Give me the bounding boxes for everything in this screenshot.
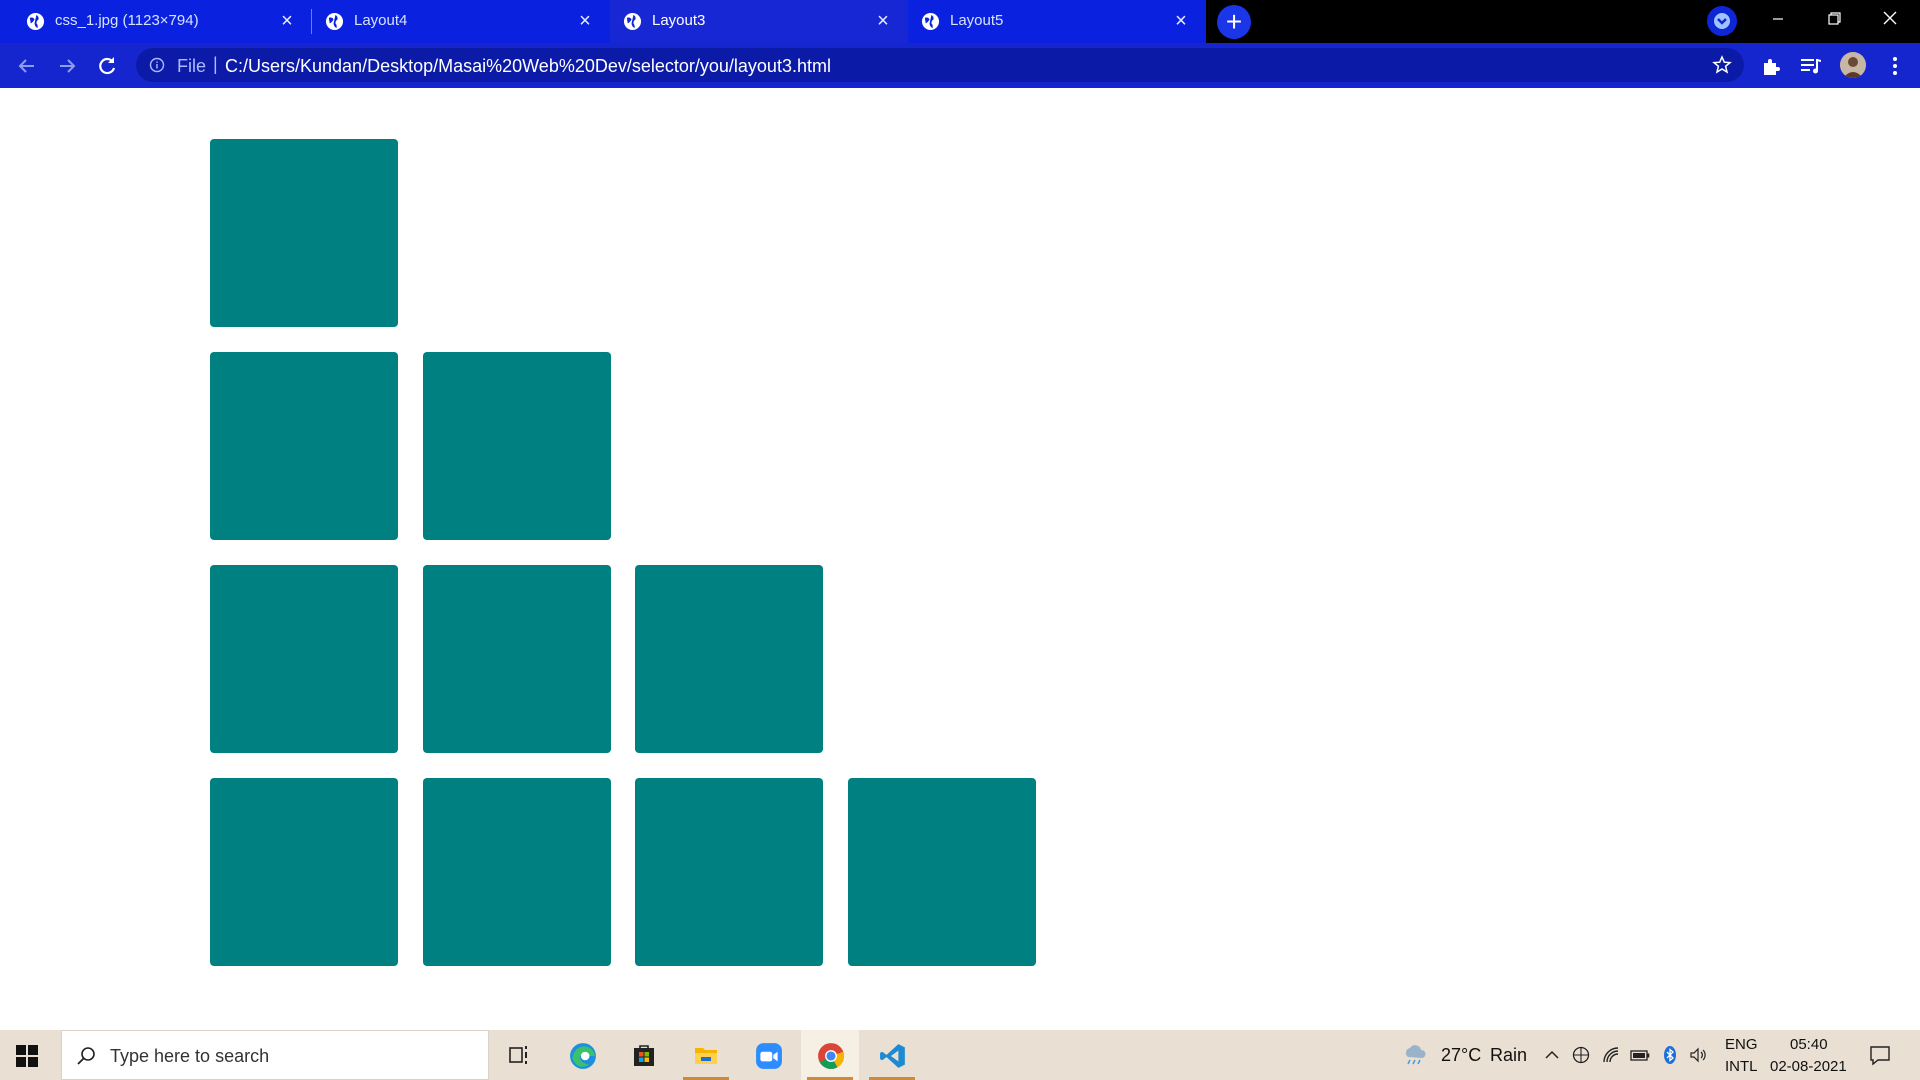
task-view-icon [509, 1046, 527, 1064]
teal-box [210, 565, 398, 753]
more-menu-icon[interactable] [1883, 54, 1907, 78]
scheme-label: File [177, 56, 207, 76]
teal-box [210, 352, 398, 540]
bookmark-star-icon[interactable] [1712, 55, 1732, 75]
tab-css-1-jpg[interactable]: css_1.jpg (1123×794) × [0, 0, 312, 43]
globe-icon [623, 12, 642, 31]
battery-icon[interactable] [1630, 1045, 1650, 1065]
info-icon[interactable] [149, 57, 165, 73]
edge-icon [570, 1043, 596, 1069]
reload-icon [99, 57, 116, 75]
weather-description[interactable]: Rain [1490, 1045, 1527, 1066]
search-placeholder: Type here to search [110, 1046, 270, 1066]
weather-rain-icon[interactable] [1402, 1043, 1428, 1067]
minimize-icon [1773, 18, 1783, 20]
close-window-button[interactable] [1862, 0, 1918, 40]
globe-icon [325, 12, 344, 31]
url-text[interactable]: C:/Users/Kundan/Desktop/Masai%20Web%20De… [225, 56, 831, 77]
teal-box [210, 139, 398, 327]
media-control-icon[interactable] [1799, 54, 1823, 78]
weather-temperature[interactable]: 27°C [1441, 1045, 1481, 1066]
tab-strip: css_1.jpg (1123×794) × Layout4 × Layout3… [0, 0, 1920, 43]
zoom-app[interactable] [739, 1030, 797, 1080]
browser-toolbar: File | C:/Users/Kundan/Desktop/Masai%20W… [0, 43, 1920, 88]
address-bar[interactable]: File | C:/Users/Kundan/Desktop/Masai%20W… [136, 48, 1744, 82]
close-icon[interactable]: × [872, 10, 894, 32]
notification-center-icon[interactable] [1869, 1044, 1891, 1066]
new-tab-button[interactable]: + [1217, 5, 1251, 39]
taskbar: Type here to search 27°C Rain ENG INTL 0… [0, 1030, 1920, 1080]
tab-layout4[interactable]: Layout4 × [312, 0, 610, 43]
close-icon[interactable]: × [276, 10, 298, 32]
teal-box [423, 778, 611, 966]
chevron-up-icon[interactable] [1542, 1045, 1562, 1065]
close-icon [1883, 11, 1897, 25]
store-app[interactable] [615, 1030, 673, 1080]
network-globe-icon[interactable] [1571, 1045, 1591, 1065]
forward-button[interactable] [52, 51, 82, 81]
teal-box [423, 565, 611, 753]
tab-layout3[interactable]: Layout3 × [610, 0, 908, 43]
folder-icon [695, 1048, 717, 1064]
tab-title: Layout4 [354, 12, 408, 29]
taskbar-search-box[interactable]: Type here to search [61, 1030, 489, 1080]
reload-button[interactable] [92, 51, 122, 81]
vs-code-app[interactable] [863, 1030, 921, 1080]
globe-icon [26, 12, 45, 31]
tab-search-button[interactable] [1707, 6, 1737, 36]
back-button[interactable] [12, 51, 42, 81]
restore-icon [1828, 12, 1841, 25]
close-icon[interactable]: × [574, 10, 596, 32]
keyboard-layout-indicator[interactable]: INTL [1725, 1058, 1758, 1075]
windows-start-icon[interactable] [16, 1045, 38, 1067]
profile-picture [1840, 52, 1866, 78]
chrome-app[interactable] [801, 1030, 859, 1080]
clock-time[interactable]: 05:40 [1790, 1036, 1828, 1053]
teal-box [210, 778, 398, 966]
arrow-left-icon [18, 59, 34, 73]
address-divider: | [213, 54, 218, 74]
teal-box [423, 352, 611, 540]
page-content [0, 88, 1920, 1030]
search-icon [77, 1047, 95, 1065]
store-icon [634, 1045, 654, 1066]
restore-button[interactable] [1806, 0, 1862, 40]
bluetooth-icon[interactable] [1660, 1045, 1680, 1065]
teal-box [848, 778, 1036, 966]
extensions-icon[interactable] [1760, 54, 1784, 78]
tab-title: css_1.jpg (1123×794) [55, 12, 199, 29]
zoom-icon [756, 1043, 782, 1069]
file-explorer-app[interactable] [677, 1030, 735, 1080]
task-view-button[interactable] [491, 1030, 549, 1080]
tab-title: Layout5 [950, 12, 1004, 29]
chrome-icon [818, 1043, 845, 1069]
avatar[interactable] [1840, 52, 1866, 78]
chevron-down-icon [1714, 13, 1730, 29]
edge-app[interactable] [553, 1030, 611, 1080]
tab-title: Layout3 [652, 12, 706, 29]
teal-box [635, 778, 823, 966]
volume-icon[interactable] [1688, 1045, 1708, 1065]
arrow-right-icon [60, 59, 76, 73]
close-icon[interactable]: × [1170, 10, 1192, 32]
teal-box [635, 565, 823, 753]
language-indicator[interactable]: ENG [1725, 1036, 1758, 1053]
clock-date[interactable]: 02-08-2021 [1770, 1058, 1847, 1075]
wifi-icon[interactable] [1601, 1045, 1621, 1065]
minimize-button[interactable] [1750, 0, 1806, 40]
tab-layout5[interactable]: Layout5 × [908, 0, 1206, 43]
vs-code-icon [880, 1044, 905, 1068]
globe-icon [921, 12, 940, 31]
